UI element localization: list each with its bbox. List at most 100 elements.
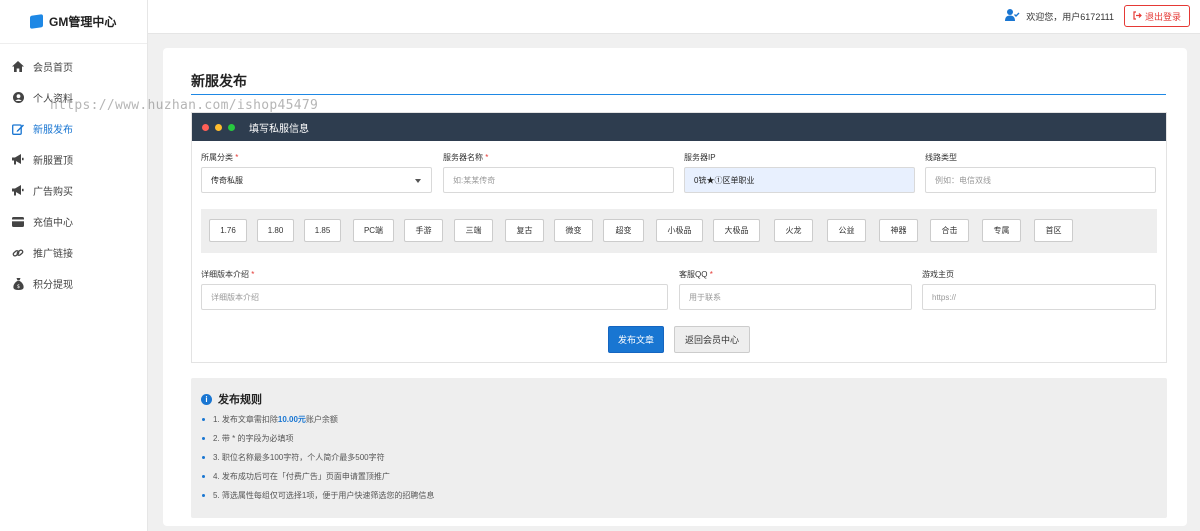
- sidebar: GM管理中心 会员首页 个人资料 新服发布 新服置顶 广告购买 充值中心 推广链…: [0, 0, 148, 531]
- sidebar-item-publish[interactable]: 新服发布: [0, 113, 147, 144]
- tag-option[interactable]: 小极品: [656, 219, 703, 242]
- sidebar-item-pin-server[interactable]: 新服置顶: [0, 144, 147, 175]
- credit-card-icon: [12, 216, 24, 228]
- yellow-dot-icon: [215, 123, 222, 131]
- fee-amount: 10.00元: [277, 415, 306, 424]
- title-divider: [191, 94, 1166, 95]
- red-dot-icon: [202, 123, 209, 131]
- tag-option[interactable]: 三端: [454, 219, 493, 242]
- rules-title: i 发布规则: [201, 391, 262, 407]
- top-header: 欢迎您，用户6172111 退出登录: [148, 0, 1200, 34]
- tag-option[interactable]: 1.85: [304, 219, 341, 242]
- sidebar-item-label: 会员首页: [33, 63, 73, 74]
- homepage-input[interactable]: https://: [922, 284, 1156, 310]
- homepage-label: 游戏主页: [922, 270, 954, 279]
- welcome-text: 欢迎您，用户6172111: [1026, 11, 1114, 22]
- category-value: 传奇私服: [211, 175, 243, 185]
- logout-label: 退出登录: [1144, 11, 1181, 22]
- sidebar-nav: 会员首页 个人资料 新服发布 新服置顶 广告购买 充值中心 推广链接 $ 积分提…: [0, 51, 147, 299]
- tag-option[interactable]: 大极品: [713, 219, 760, 242]
- bullet-icon: [202, 418, 205, 421]
- bullet-icon: [202, 456, 205, 459]
- svg-text:$: $: [16, 284, 19, 290]
- sidebar-item-withdraw[interactable]: $ 积分提现: [0, 268, 147, 299]
- description-input[interactable]: 详细版本介绍: [201, 284, 668, 310]
- publish-rules-box: i 发布规则 1. 发布文章需扣除 10.00元 账户余额 2. 带 * 的字段…: [191, 378, 1167, 518]
- watermark-text: https://www.huzhan.com/ishop45479: [50, 98, 319, 113]
- sidebar-item-member-home[interactable]: 会员首页: [0, 51, 147, 82]
- server-name-input[interactable]: 如:某某传奇: [443, 167, 674, 193]
- publish-button[interactable]: 发布文章: [608, 326, 664, 353]
- category-select[interactable]: 传奇私服: [201, 167, 432, 193]
- sidebar-item-promo-link[interactable]: 推广链接: [0, 237, 147, 268]
- server-ip-label: 服务器IP: [684, 153, 716, 162]
- line-type-label: 线路类型: [925, 153, 957, 162]
- tag-option[interactable]: PC端: [353, 219, 394, 242]
- rule-text: 4. 发布成功后可在「付费广告」页面申请置顶推广: [213, 472, 390, 481]
- qq-label: 客服QQ *: [679, 270, 713, 279]
- rule-text: 5. 筛选属性每组仅可选择1项，便于用户快速筛选您的招聘信息: [213, 491, 435, 500]
- card-header: 填写私服信息: [192, 113, 1166, 141]
- sidebar-item-label: 积分提现: [33, 280, 73, 291]
- sidebar-item-label: 充值中心: [33, 218, 73, 229]
- server-name-label: 服务器名称 *: [443, 153, 489, 162]
- info-icon: i: [201, 393, 212, 405]
- tag-option[interactable]: 公益: [827, 219, 866, 242]
- user-info: 欢迎您，用户6172111: [1005, 9, 1114, 23]
- tag-option[interactable]: 超变: [603, 219, 644, 242]
- rule-text: 3. 职位名称最多100字符，个人简介最多500字符: [213, 453, 385, 462]
- logout-button[interactable]: 退出登录: [1124, 5, 1190, 27]
- app-logo[interactable]: GM管理中心: [0, 0, 147, 44]
- edit-icon: [12, 123, 24, 135]
- tag-option[interactable]: 1.80: [257, 219, 294, 242]
- category-label: 所属分类 *: [201, 153, 239, 162]
- card-title: 填写私服信息: [249, 123, 309, 135]
- rule-item: 5. 筛选属性每组仅可选择1项，便于用户快速筛选您的招聘信息: [202, 490, 434, 501]
- money-bag-icon: $: [12, 277, 24, 290]
- line-type-input[interactable]: 例如：电信双线: [925, 167, 1156, 193]
- tag-option[interactable]: 神器: [879, 219, 918, 242]
- server-form-card: 填写私服信息 所属分类 * 服务器名称 * 服务器IP 线路类型 传奇私服 如:…: [191, 112, 1167, 363]
- rules-title-text: 发布规则: [218, 394, 262, 406]
- cube-icon: [30, 14, 43, 29]
- sidebar-item-recharge[interactable]: 充值中心: [0, 206, 147, 237]
- chevron-down-icon: [415, 179, 421, 183]
- rule-item: 3. 职位名称最多100字符，个人简介最多500字符: [202, 452, 385, 463]
- rule-text: 账户余额: [305, 415, 338, 424]
- user-circle-icon: [12, 92, 24, 104]
- server-ip-input[interactable]: 0铳★①区单职业: [684, 167, 915, 193]
- bullet-icon: [202, 437, 205, 440]
- rule-text: 1. 发布文章需扣除: [213, 415, 278, 424]
- tag-option[interactable]: 首区: [1034, 219, 1073, 242]
- tag-option[interactable]: 复古: [505, 219, 544, 242]
- tag-option[interactable]: 合击: [930, 219, 969, 242]
- back-to-member-center-button[interactable]: 返回会员中心: [674, 326, 750, 353]
- sidebar-item-label: 新服置顶: [33, 156, 73, 167]
- rule-item: 2. 带 * 的字段为必填项: [202, 433, 293, 444]
- link-icon: [12, 247, 24, 259]
- app-title: GM管理中心: [49, 15, 117, 29]
- user-check-icon: [1005, 9, 1020, 23]
- home-icon: [12, 61, 24, 73]
- sidebar-item-label: 推广链接: [33, 249, 73, 260]
- description-label: 详细版本介绍 *: [201, 270, 255, 279]
- bullet-icon: [202, 475, 205, 478]
- megaphone-icon: [12, 154, 24, 166]
- page-title: 新服发布: [191, 73, 247, 89]
- qq-input[interactable]: 用于联系: [679, 284, 912, 310]
- tag-option[interactable]: 专属: [982, 219, 1021, 242]
- green-dot-icon: [228, 123, 235, 131]
- logout-icon: [1133, 10, 1142, 22]
- tag-option[interactable]: 微变: [554, 219, 593, 242]
- tag-filter-group: 1.76 1.80 1.85 PC端 手游 三端 复古 微变 超变 小极品 大极…: [201, 209, 1157, 253]
- megaphone-icon: [12, 185, 24, 197]
- tag-option[interactable]: 1.76: [209, 219, 247, 242]
- rule-item: 4. 发布成功后可在「付费广告」页面申请置顶推广: [202, 471, 390, 482]
- sidebar-item-buy-ads[interactable]: 广告购买: [0, 175, 147, 206]
- rule-item: 1. 发布文章需扣除 10.00元 账户余额: [202, 414, 338, 425]
- tag-option[interactable]: 火龙: [774, 219, 813, 242]
- tag-option[interactable]: 手游: [404, 219, 443, 242]
- rule-text: 2. 带 * 的字段为必填项: [213, 434, 294, 443]
- sidebar-item-label: 新服发布: [33, 125, 73, 136]
- bullet-icon: [202, 494, 205, 497]
